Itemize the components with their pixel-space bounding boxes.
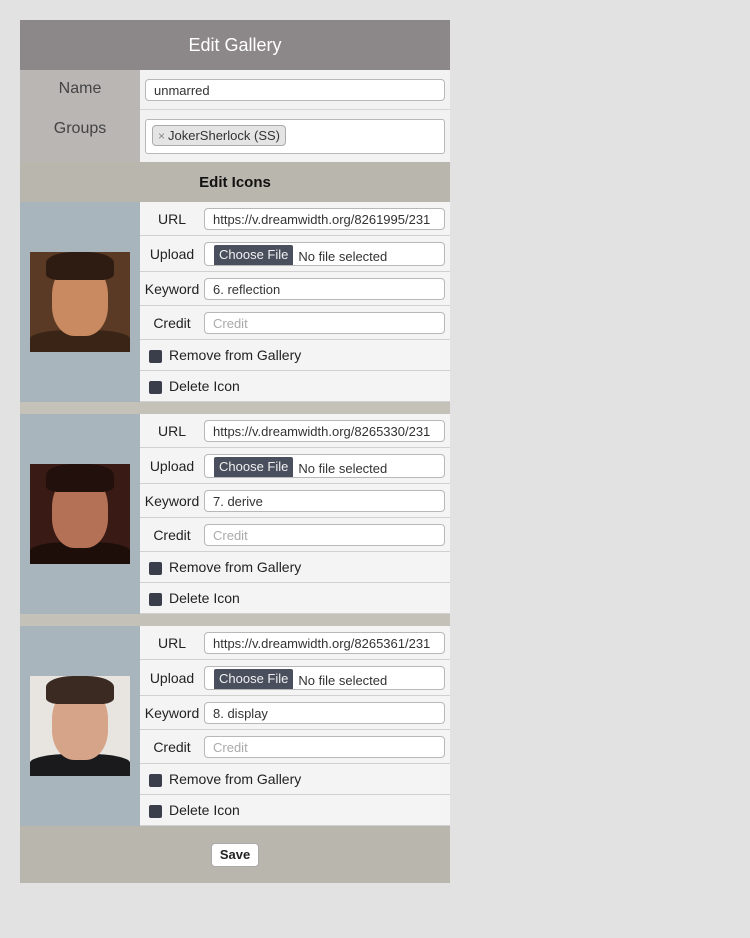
credit-row: Credit Credit xyxy=(140,306,450,340)
keyword-label: Keyword xyxy=(144,280,200,297)
credit-label: Credit xyxy=(153,314,191,331)
url-label: URL xyxy=(157,210,186,227)
delete-icon-row[interactable]: Delete Icon xyxy=(140,583,450,614)
url-input[interactable]: https://v.dreamwidth.org/8261995/231 xyxy=(204,207,445,230)
upload-label: Upload xyxy=(149,457,195,474)
groups-label: Groups xyxy=(20,110,140,162)
page-title: Edit Gallery xyxy=(20,20,450,70)
file-input[interactable]: Choose File No file selected xyxy=(204,665,445,690)
remove-label: Remove from Gallery xyxy=(169,347,302,363)
keyword-row: Keyword 8. display xyxy=(140,696,450,730)
edit-gallery-panel: Edit Gallery Name unmarred Groups × Joke… xyxy=(20,20,450,883)
delete-checkbox[interactable] xyxy=(149,805,162,818)
keyword-input[interactable]: 8. display xyxy=(204,701,445,724)
delete-icon-row[interactable]: Delete Icon xyxy=(140,371,450,402)
keyword-input[interactable]: 6. reflection xyxy=(204,277,445,300)
icon-thumbnail xyxy=(30,464,130,564)
url-input[interactable]: https://v.dreamwidth.org/8265330/231 xyxy=(204,419,445,442)
icon-thumbnail xyxy=(30,676,130,776)
delete-label: Delete Icon xyxy=(169,378,240,394)
credit-label: Credit xyxy=(153,738,191,755)
form-footer: Save xyxy=(20,826,450,883)
upload-row: Upload Choose File No file selected xyxy=(140,448,450,484)
no-file-text: No file selected xyxy=(298,460,388,476)
groups-select[interactable]: × JokerSherlock (SS) xyxy=(145,119,445,154)
remove-checkbox[interactable] xyxy=(149,562,162,575)
url-row: URL https://v.dreamwidth.org/8265361/231 xyxy=(140,626,450,660)
url-label: URL xyxy=(157,422,186,439)
credit-input[interactable]: Credit xyxy=(204,311,445,334)
no-file-text: No file selected xyxy=(298,248,388,264)
choose-file-button[interactable]: Choose File xyxy=(214,668,294,689)
name-row: Name unmarred xyxy=(20,70,450,110)
credit-label: Credit xyxy=(153,526,191,543)
groups-row: Groups × JokerSherlock (SS) xyxy=(20,110,450,162)
save-button[interactable]: Save xyxy=(210,842,260,867)
remove-label: Remove from Gallery xyxy=(169,771,302,787)
delete-checkbox[interactable] xyxy=(149,593,162,606)
keyword-label: Keyword xyxy=(144,492,200,509)
icon-separator xyxy=(20,402,450,414)
keyword-row: Keyword 7. derive xyxy=(140,484,450,518)
icons-list: URL https://v.dreamwidth.org/8261995/231… xyxy=(20,202,450,826)
remove-from-gallery-row[interactable]: Remove from Gallery xyxy=(140,340,450,371)
file-input[interactable]: Choose File No file selected xyxy=(204,453,445,478)
credit-input[interactable]: Credit xyxy=(204,523,445,546)
credit-input[interactable]: Credit xyxy=(204,735,445,758)
upload-row: Upload Choose File No file selected xyxy=(140,236,450,272)
icon-entry: URL https://v.dreamwidth.org/8261995/231… xyxy=(20,202,450,402)
delete-label: Delete Icon xyxy=(169,590,240,606)
edit-icons-header: Edit Icons xyxy=(20,162,450,202)
remove-from-gallery-row[interactable]: Remove from Gallery xyxy=(140,764,450,795)
upload-label: Upload xyxy=(149,245,195,262)
url-row: URL https://v.dreamwidth.org/8261995/231 xyxy=(140,202,450,236)
remove-label: Remove from Gallery xyxy=(169,559,302,575)
upload-row: Upload Choose File No file selected xyxy=(140,660,450,696)
choose-file-button[interactable]: Choose File xyxy=(214,456,294,477)
no-file-text: No file selected xyxy=(298,672,388,688)
delete-icon-row[interactable]: Delete Icon xyxy=(140,795,450,826)
icon-separator xyxy=(20,614,450,626)
group-tag-label: JokerSherlock (SS) xyxy=(168,128,280,143)
keyword-input[interactable]: 7. derive xyxy=(204,489,445,512)
remove-tag-icon[interactable]: × xyxy=(158,129,165,143)
url-input[interactable]: https://v.dreamwidth.org/8265361/231 xyxy=(204,631,445,654)
credit-row: Credit Credit xyxy=(140,730,450,764)
credit-row: Credit Credit xyxy=(140,518,450,552)
name-input[interactable]: unmarred xyxy=(145,79,445,101)
icon-entry: URL https://v.dreamwidth.org/8265361/231… xyxy=(20,626,450,826)
url-row: URL https://v.dreamwidth.org/8265330/231 xyxy=(140,414,450,448)
remove-checkbox[interactable] xyxy=(149,774,162,787)
remove-from-gallery-row[interactable]: Remove from Gallery xyxy=(140,552,450,583)
upload-label: Upload xyxy=(149,669,195,686)
choose-file-button[interactable]: Choose File xyxy=(214,244,294,265)
keyword-row: Keyword 6. reflection xyxy=(140,272,450,306)
group-tag: × JokerSherlock (SS) xyxy=(152,125,286,146)
keyword-label: Keyword xyxy=(144,704,200,721)
delete-label: Delete Icon xyxy=(169,802,240,818)
icon-entry: URL https://v.dreamwidth.org/8265330/231… xyxy=(20,414,450,614)
file-input[interactable]: Choose File No file selected xyxy=(204,241,445,266)
url-label: URL xyxy=(157,634,186,651)
icon-thumbnail xyxy=(30,252,130,352)
remove-checkbox[interactable] xyxy=(149,350,162,363)
name-label: Name xyxy=(20,70,140,110)
delete-checkbox[interactable] xyxy=(149,381,162,394)
